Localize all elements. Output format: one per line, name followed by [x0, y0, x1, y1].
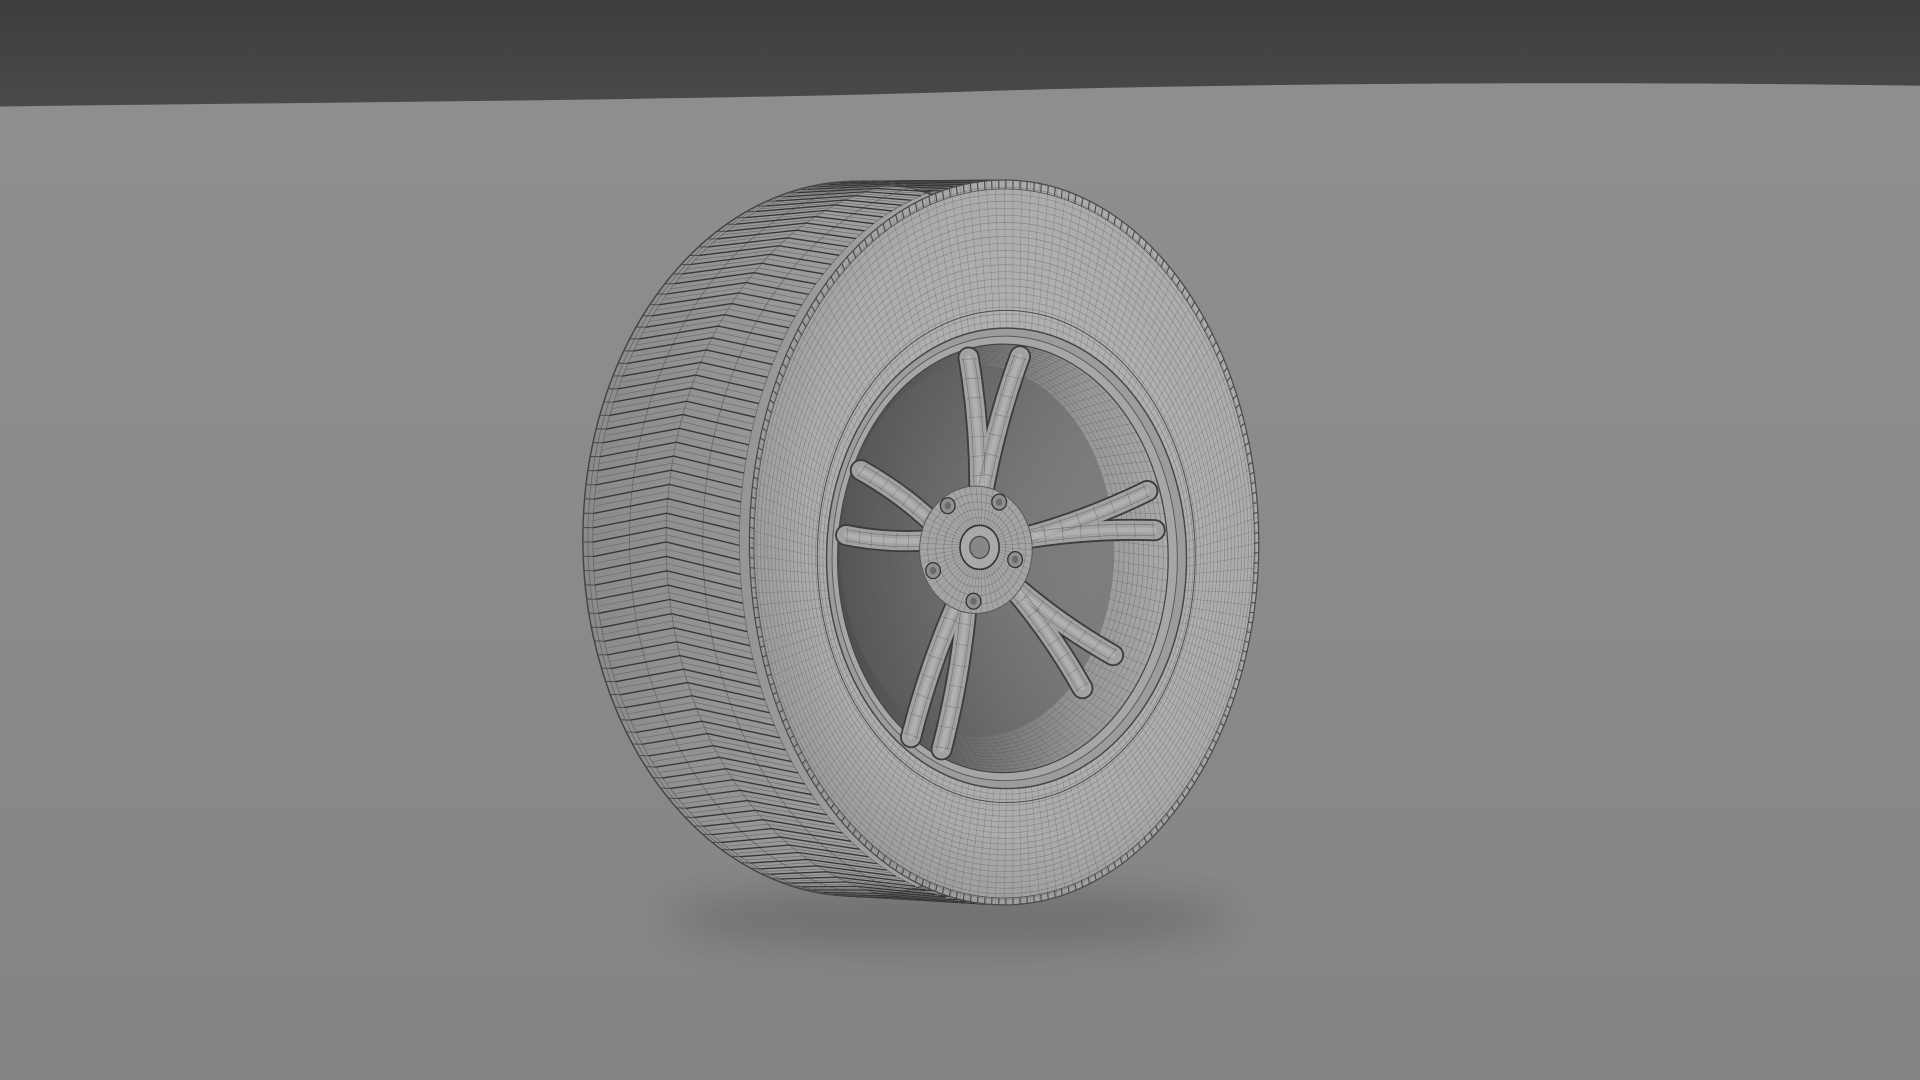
shoulder-notch	[1047, 892, 1049, 900]
shoulder-notch	[749, 557, 755, 559]
shoulder-notch	[969, 894, 972, 902]
center-bore	[969, 535, 990, 559]
shoulder-notch	[1254, 552, 1259, 554]
lug-nut-hole	[929, 566, 937, 575]
tread-shoulder-notch	[836, 894, 846, 897]
shoulder-notch	[976, 181, 979, 191]
tread-shoulder-notch	[803, 888, 813, 891]
shoulder-notch	[1040, 183, 1042, 193]
shoulder-notch	[1253, 562, 1259, 564]
tread-shoulder-notch	[781, 882, 792, 884]
shoulder-notch	[976, 895, 979, 903]
tread-shoulder-notch	[792, 885, 802, 888]
shoulder-notch	[1053, 187, 1056, 197]
tread-shoulder-notch	[825, 893, 835, 895]
shoulder-notch	[1047, 185, 1049, 195]
lug-nut-hole	[1011, 555, 1019, 564]
shoulder-notch	[754, 616, 760, 619]
tread-shoulder-notch	[814, 891, 824, 893]
lug-nut-hole	[970, 597, 977, 605]
lug-nut-hole	[996, 498, 1003, 506]
shoulder-notch	[1249, 611, 1255, 614]
lug-nut-hole	[944, 502, 951, 510]
wheel-model	[582, 179, 1260, 906]
shoulder-notch	[1040, 894, 1042, 902]
render-viewport	[0, 0, 1920, 1080]
shoulder-notch	[969, 183, 972, 193]
shoulder-notch	[1053, 890, 1056, 898]
